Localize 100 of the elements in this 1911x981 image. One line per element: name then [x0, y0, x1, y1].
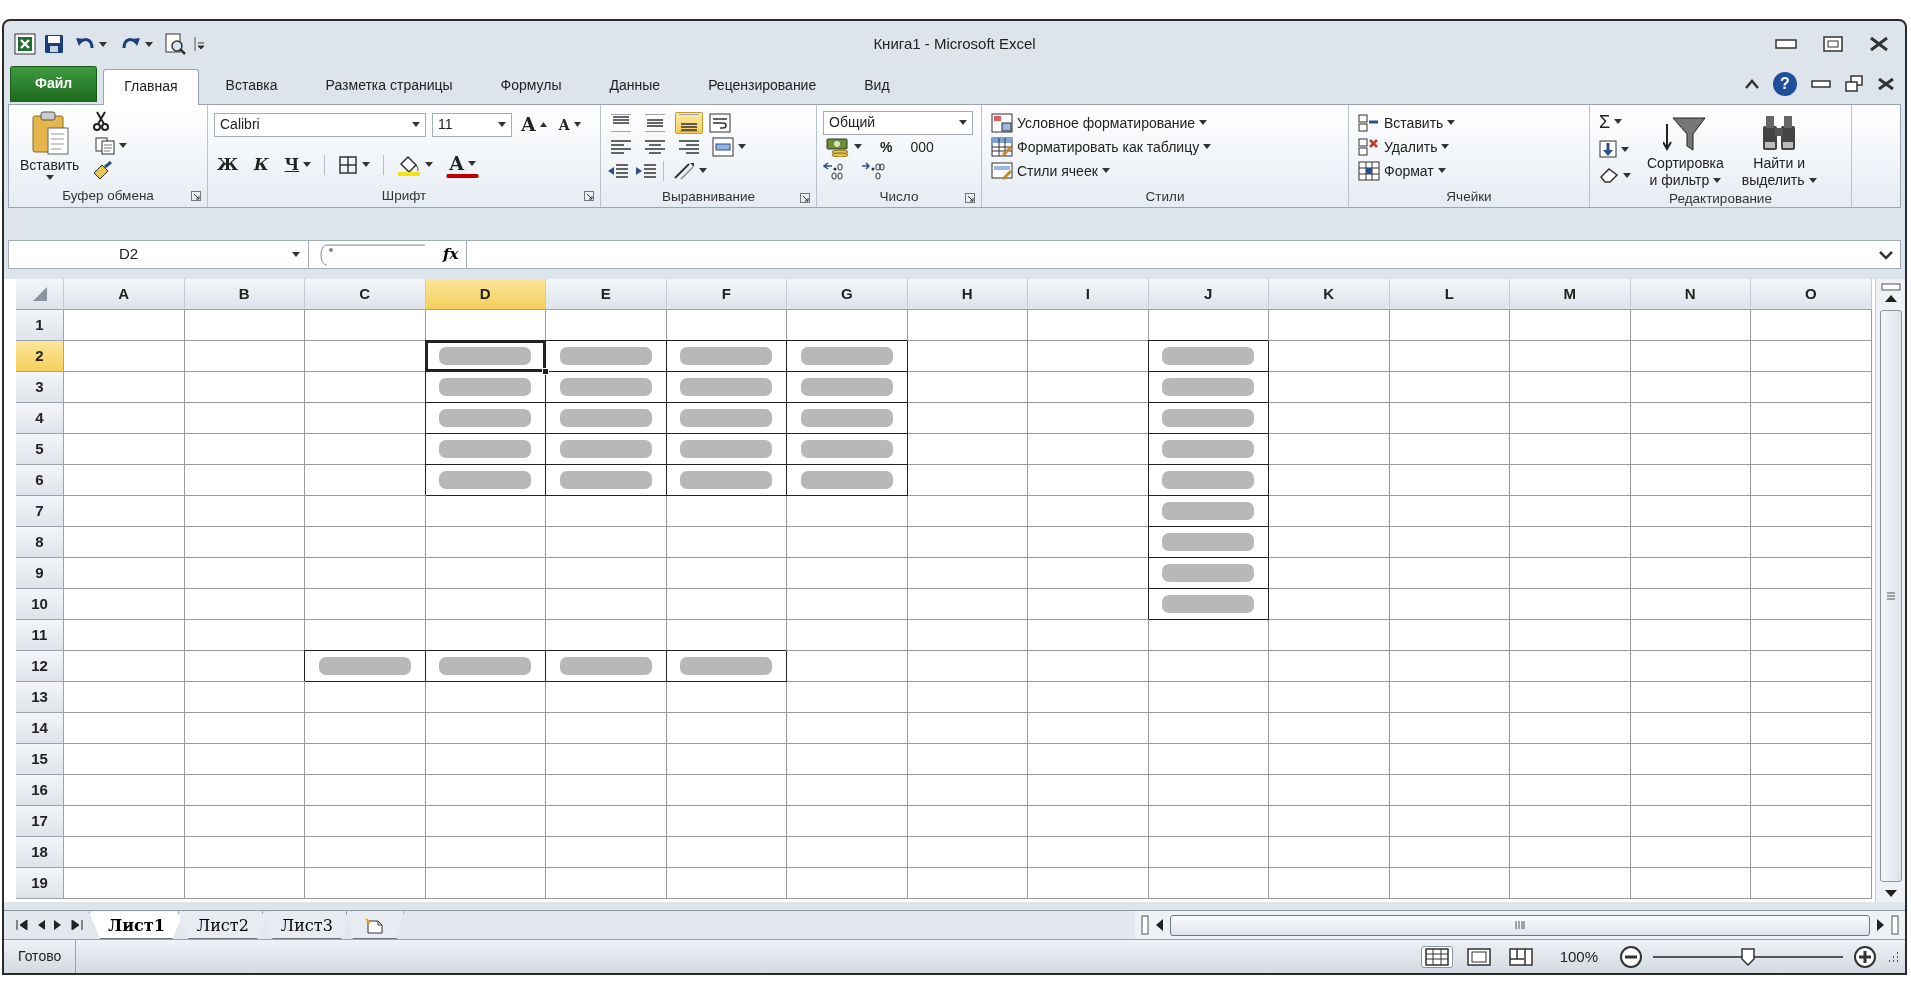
- table-cell[interactable]: [425, 806, 546, 838]
- table-cell[interactable]: [64, 589, 185, 621]
- table-cell[interactable]: [64, 775, 185, 807]
- table-cell[interactable]: [184, 403, 305, 435]
- column-header[interactable]: G: [787, 279, 908, 311]
- vertical-scrollbar[interactable]: [1875, 279, 1905, 903]
- table-cell[interactable]: [546, 837, 667, 869]
- table-cell[interactable]: [546, 682, 667, 714]
- table-cell[interactable]: [1751, 651, 1872, 683]
- table-cell[interactable]: [787, 620, 908, 652]
- ribbon-tab[interactable]: Формулы: [479, 67, 583, 104]
- align-bottom-button[interactable]: [675, 111, 703, 134]
- table-cell[interactable]: [1148, 837, 1269, 869]
- table-cell[interactable]: [425, 589, 546, 621]
- table-cell[interactable]: [1389, 868, 1510, 900]
- table-cell[interactable]: [787, 465, 908, 497]
- table-cell[interactable]: [907, 434, 1028, 466]
- table-cell[interactable]: [425, 682, 546, 714]
- table-cell[interactable]: [1751, 868, 1872, 900]
- table-cell[interactable]: [64, 465, 185, 497]
- table-cell[interactable]: [1148, 806, 1269, 838]
- minimize-icon[interactable]: [1811, 79, 1831, 88]
- table-cell[interactable]: [787, 589, 908, 621]
- table-cell[interactable]: [1510, 806, 1631, 838]
- first-sheet-icon[interactable]: [16, 920, 28, 931]
- number-format-field[interactable]: Общий: [823, 110, 973, 135]
- table-cell[interactable]: [305, 806, 426, 838]
- table-cell[interactable]: [64, 434, 185, 466]
- table-cell[interactable]: [1389, 744, 1510, 776]
- table-cell[interactable]: [1751, 589, 1872, 621]
- table-cell[interactable]: [1028, 806, 1149, 838]
- spreadsheet-logo-icon[interactable]: [14, 33, 36, 56]
- save-icon[interactable]: [44, 34, 64, 55]
- table-cell[interactable]: [64, 372, 185, 404]
- table-cell[interactable]: [1389, 341, 1510, 373]
- column-header[interactable]: L: [1389, 279, 1510, 311]
- column-header[interactable]: K: [1269, 279, 1390, 311]
- table-cell[interactable]: [1148, 868, 1269, 900]
- table-cell[interactable]: [907, 868, 1028, 900]
- merge-cells-button[interactable]: [709, 134, 749, 159]
- table-cell[interactable]: [425, 868, 546, 900]
- table-cell[interactable]: [1148, 682, 1269, 714]
- table-cell[interactable]: [1269, 558, 1390, 590]
- table-cell[interactable]: [1269, 403, 1390, 435]
- print-preview-icon[interactable]: [164, 33, 186, 56]
- table-cell[interactable]: [1510, 496, 1631, 528]
- table-cell[interactable]: [907, 372, 1028, 404]
- table-cell[interactable]: [666, 558, 787, 590]
- resize-grip-icon[interactable]: [1887, 950, 1899, 963]
- row-header[interactable]: 14: [16, 713, 64, 745]
- table-cell[interactable]: [1269, 310, 1390, 342]
- table-cell[interactable]: [1269, 496, 1390, 528]
- row-header[interactable]: 5: [16, 434, 64, 466]
- table-cell[interactable]: [1510, 682, 1631, 714]
- table-cell[interactable]: [666, 806, 787, 838]
- table-cell[interactable]: [1269, 620, 1390, 652]
- autosum-button[interactable]: Σ: [1596, 110, 1634, 133]
- column-header[interactable]: E: [546, 279, 667, 311]
- decrease-indent-icon[interactable]: [607, 161, 629, 180]
- table-cell[interactable]: [184, 775, 305, 807]
- table-cell[interactable]: [907, 651, 1028, 683]
- table-cell[interactable]: [1148, 651, 1269, 683]
- table-cell[interactable]: [546, 744, 667, 776]
- font-size-field[interactable]: 11: [432, 112, 512, 137]
- table-cell[interactable]: [64, 868, 185, 900]
- row-header[interactable]: 2: [16, 341, 64, 373]
- table-cell[interactable]: [1510, 403, 1631, 435]
- table-cell[interactable]: [64, 341, 185, 373]
- table-cell[interactable]: [1028, 775, 1149, 807]
- table-cell[interactable]: [546, 713, 667, 745]
- table-cell[interactable]: [1389, 310, 1510, 342]
- table-cell[interactable]: [1148, 496, 1269, 528]
- table-cell[interactable]: [787, 837, 908, 869]
- table-cell[interactable]: [1630, 868, 1751, 900]
- table-cell[interactable]: [546, 806, 667, 838]
- table-cell[interactable]: [1389, 682, 1510, 714]
- table-cell[interactable]: [1630, 527, 1751, 559]
- table-cell[interactable]: [425, 527, 546, 559]
- table-cell[interactable]: [666, 651, 787, 683]
- table-cell[interactable]: [184, 372, 305, 404]
- column-header[interactable]: J: [1148, 279, 1269, 311]
- table-cell[interactable]: [1148, 465, 1269, 497]
- table-cell[interactable]: [184, 868, 305, 900]
- table-cell[interactable]: [184, 589, 305, 621]
- find-select-button[interactable]: Найти и выделить: [1736, 108, 1822, 190]
- dialog-launcher-icon[interactable]: [800, 192, 810, 203]
- ribbon-tab[interactable]: Главная: [103, 68, 199, 105]
- table-cell[interactable]: [1751, 465, 1872, 497]
- table-cell[interactable]: [1028, 620, 1149, 652]
- table-cell[interactable]: [1630, 620, 1751, 652]
- split-box-icon[interactable]: [1891, 915, 1899, 936]
- table-cell[interactable]: [305, 682, 426, 714]
- column-header[interactable]: D: [425, 279, 546, 311]
- table-cell[interactable]: [1148, 744, 1269, 776]
- table-cell[interactable]: [425, 713, 546, 745]
- styles-menu-button[interactable]: Стили ячеек: [988, 158, 1215, 183]
- table-cell[interactable]: [1389, 775, 1510, 807]
- row-header[interactable]: 15: [16, 744, 64, 776]
- ribbon-tab[interactable]: Рецензирование: [687, 67, 838, 104]
- table-cell[interactable]: [1028, 744, 1149, 776]
